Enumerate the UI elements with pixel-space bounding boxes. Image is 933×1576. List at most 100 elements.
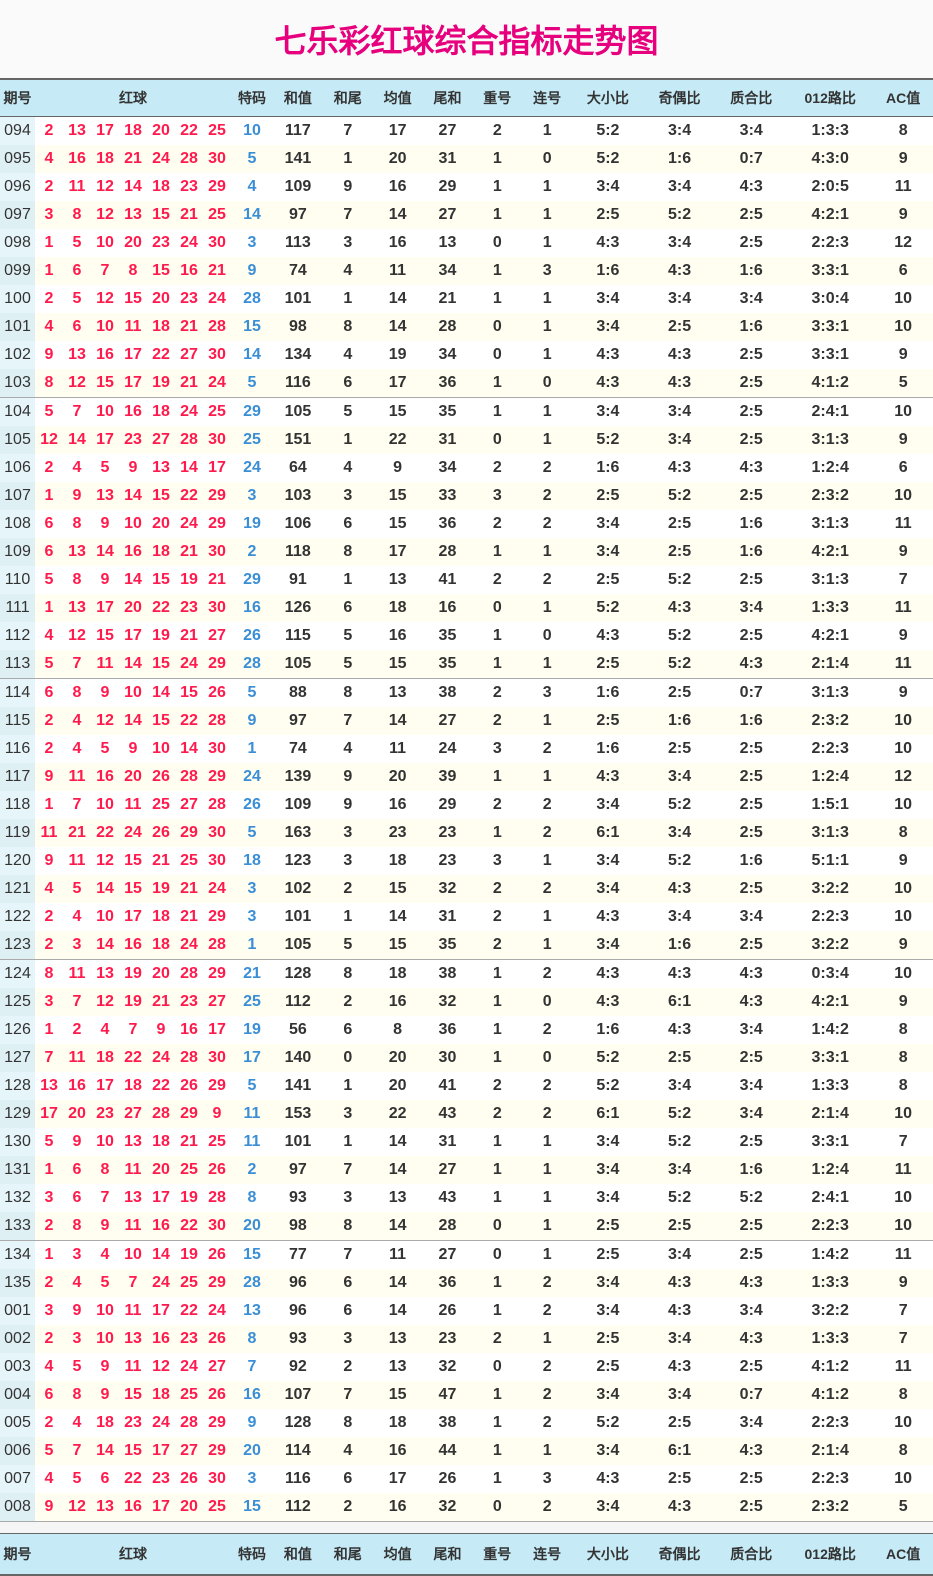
- cell: 16: [119, 398, 147, 427]
- cell: 30: [203, 145, 231, 173]
- cell: 2: [323, 988, 373, 1016]
- cell: 3:4: [572, 1184, 644, 1212]
- cell: 12: [91, 201, 119, 229]
- cell: 3:4: [572, 931, 644, 960]
- cell: 10: [873, 1212, 933, 1241]
- cell: 117: [273, 117, 323, 146]
- footer-route: 012路比: [787, 1534, 873, 1576]
- cell: 10: [873, 735, 933, 763]
- cell: 6: [323, 1269, 373, 1297]
- cell: 4:3: [715, 650, 787, 679]
- cell: 163: [273, 819, 323, 847]
- cell: 6: [91, 1465, 119, 1493]
- cell: 4:3: [572, 369, 644, 398]
- cell: 1: [472, 819, 522, 847]
- cell: 30: [203, 1465, 231, 1493]
- cell: 1: [522, 313, 572, 341]
- cell: 29: [231, 398, 273, 427]
- cell: 2: [472, 875, 522, 903]
- cell: 24: [175, 510, 203, 538]
- cell: 2: [35, 285, 63, 313]
- cell: 004: [0, 1381, 35, 1409]
- cell: 3:2:2: [787, 1297, 873, 1325]
- cell: 2:5: [715, 341, 787, 369]
- cell: 26: [203, 1241, 231, 1270]
- cell: 2:5: [715, 1493, 787, 1522]
- cell: 9: [873, 622, 933, 650]
- table-row: 1038121517192124511661736104:34:32:54:1:…: [0, 369, 933, 398]
- cell: 0: [472, 313, 522, 341]
- table-row: 1352457242529289661436123:44:34:31:3:39: [0, 1269, 933, 1297]
- cell: 2:5: [715, 875, 787, 903]
- cell: 13: [63, 594, 91, 622]
- cell: 11: [873, 594, 933, 622]
- cell: 17: [119, 622, 147, 650]
- cell: 2: [472, 679, 522, 708]
- cell: 10: [91, 903, 119, 931]
- cell: 14: [373, 1128, 423, 1156]
- cell: 3:2:2: [787, 931, 873, 960]
- cell: 13: [35, 1072, 63, 1100]
- cell: 118: [0, 791, 35, 819]
- cell: 100: [0, 285, 35, 313]
- cell: 27: [423, 1241, 473, 1270]
- cell: 31: [423, 145, 473, 173]
- cell: 15: [373, 1381, 423, 1409]
- cell: 111: [0, 594, 35, 622]
- footer-bonus: 特码: [231, 1534, 273, 1576]
- cell: 23: [175, 285, 203, 313]
- cell: 151: [273, 426, 323, 454]
- cell: 24: [147, 1409, 175, 1437]
- cell: 29: [203, 1409, 231, 1437]
- cell: 1: [35, 229, 63, 257]
- cell: 3:4: [715, 117, 787, 146]
- table-body: 09421317182022251011771727215:23:43:41:3…: [0, 117, 933, 1522]
- cell: 1: [35, 482, 63, 510]
- cell: 15: [373, 931, 423, 960]
- cell: 2:5: [715, 931, 787, 960]
- cell: 3:4: [572, 1297, 644, 1325]
- cell: 5: [231, 819, 273, 847]
- cell: 107: [0, 482, 35, 510]
- cell: 32: [423, 988, 473, 1016]
- cell: 17: [91, 117, 119, 146]
- cell: 3: [472, 735, 522, 763]
- cell: 6: [35, 1381, 63, 1409]
- cell: 96: [273, 1297, 323, 1325]
- cell: 18: [373, 960, 423, 989]
- cell: 3:1:3: [787, 819, 873, 847]
- cell: 22: [175, 482, 203, 510]
- cell: 4:3: [715, 1325, 787, 1353]
- cell: 11: [231, 1100, 273, 1128]
- cell: 8: [873, 1437, 933, 1465]
- cell: 12: [873, 763, 933, 791]
- cell: 13: [373, 1325, 423, 1353]
- cell: 4:3: [644, 341, 716, 369]
- cell: 15: [119, 847, 147, 875]
- cell: 2: [522, 1493, 572, 1522]
- cell: 15: [373, 398, 423, 427]
- cell: 1:6: [644, 931, 716, 960]
- cell: 18: [147, 538, 175, 566]
- cell: 9: [63, 1297, 91, 1325]
- cell: 5:2: [644, 1184, 716, 1212]
- cell: 4:3:0: [787, 145, 873, 173]
- cell: 2: [472, 1325, 522, 1353]
- cell: 30: [203, 426, 231, 454]
- cell: 21: [119, 145, 147, 173]
- cell: 2:3:2: [787, 482, 873, 510]
- cell: 11: [873, 1241, 933, 1270]
- cell: 32: [423, 1353, 473, 1381]
- cell: 97: [273, 1156, 323, 1184]
- cell: 16: [231, 594, 273, 622]
- cell: 127: [0, 1044, 35, 1072]
- cell: 11: [873, 510, 933, 538]
- cell: 1:6: [572, 1016, 644, 1044]
- cell: 93: [273, 1184, 323, 1212]
- cell: 36: [423, 510, 473, 538]
- cell: 13: [373, 1353, 423, 1381]
- cell: 10: [147, 735, 175, 763]
- cell: 0: [472, 229, 522, 257]
- cell: 1:3:3: [787, 1325, 873, 1353]
- cell: 8: [91, 1156, 119, 1184]
